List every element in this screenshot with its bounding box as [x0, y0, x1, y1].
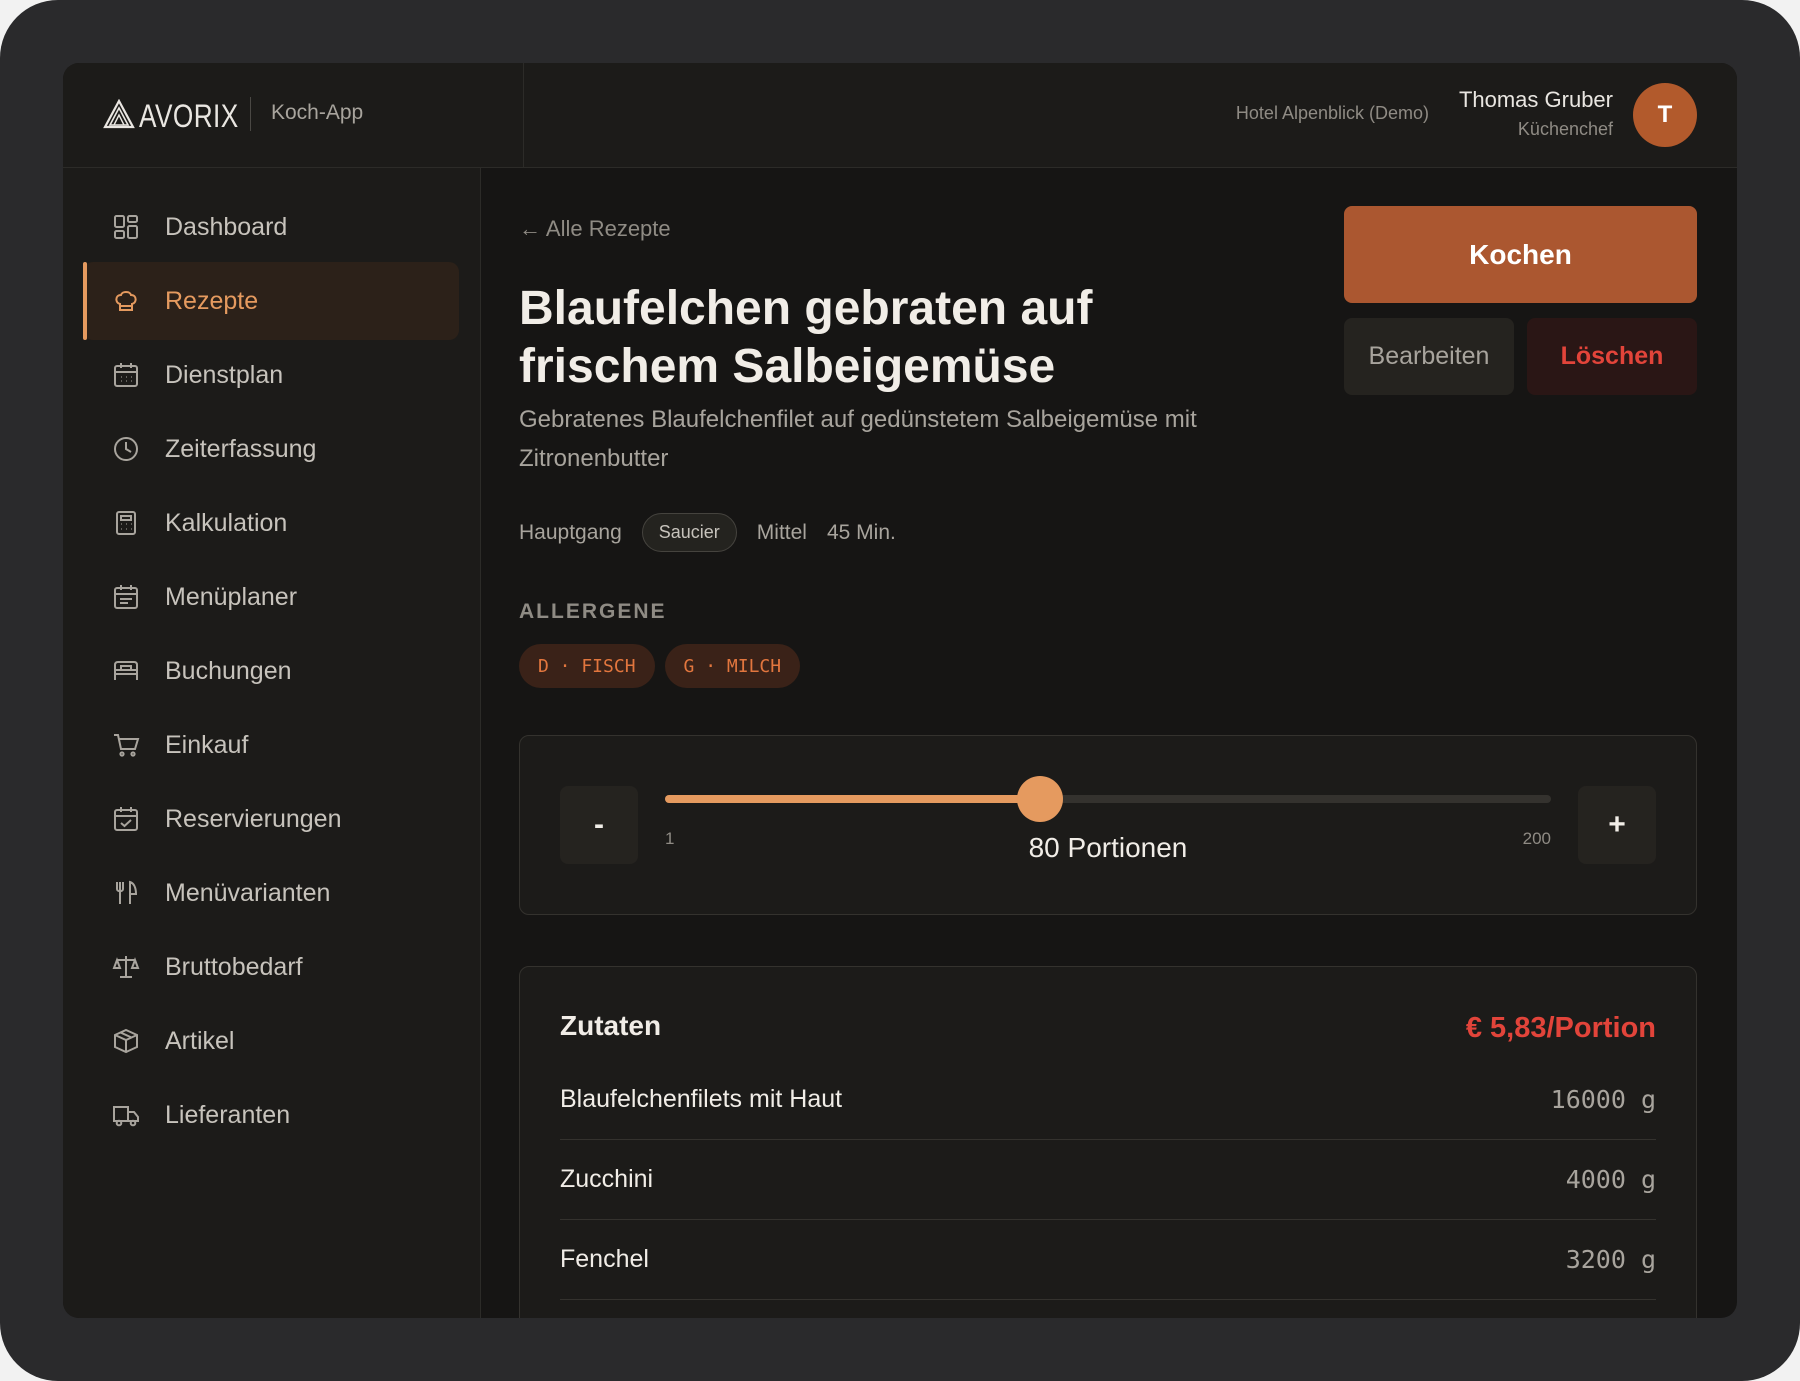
calculator-icon — [109, 506, 143, 540]
sidebar-item-einkauf[interactable]: Einkauf — [83, 706, 459, 784]
sidebar-item-kalkulation[interactable]: Kalkulation — [83, 484, 459, 562]
sidebar-item-menueplaner[interactable]: Menüplaner — [83, 558, 459, 636]
increase-portions-button[interactable]: + — [1578, 786, 1656, 864]
calendar-check-icon — [109, 802, 143, 836]
sidebar-item-label: Einkauf — [165, 730, 249, 759]
sidebar-item-lieferanten[interactable]: Lieferanten — [83, 1076, 459, 1154]
ingredient-quantity: 16000 g — [1550, 1084, 1656, 1114]
sidebar-item-label: Artikel — [165, 1026, 235, 1055]
ingredient-row: Fenchel 3200 g — [560, 1219, 1656, 1300]
ingredient-name: Fenchel — [560, 1244, 649, 1273]
recipe-description: Gebratenes Blaufelchenfilet auf gedünste… — [519, 406, 1197, 472]
sidebar-item-dienstplan[interactable]: Dienstplan — [83, 336, 459, 414]
ingredient-row: Blaufelchenfilets mit Haut 16000 g — [560, 1059, 1656, 1140]
clock-icon — [109, 432, 143, 466]
sidebar-item-label: Bruttobedarf — [165, 952, 303, 981]
edit-button[interactable]: Bearbeiten — [1344, 318, 1514, 395]
user-role: Küchenchef — [1517, 119, 1613, 139]
app-screen: AVORIX Koch-App Hotel Alpenblick (Demo) … — [63, 63, 1737, 1318]
sidebar-item-label: Zeiterfassung — [165, 434, 317, 463]
brand-name: AVORIX — [139, 98, 239, 134]
chef-hat-icon — [109, 284, 143, 318]
ingredients-title: Zutaten — [560, 1010, 662, 1041]
app-name: Koch-App — [271, 101, 364, 124]
sidebar-item-menuevarianten[interactable]: Menüvarianten — [83, 854, 459, 932]
course-label: Hauptgang — [519, 520, 622, 544]
delete-button[interactable]: Löschen — [1527, 318, 1697, 395]
allergen-badge: G · MILCH — [664, 644, 801, 688]
sidebar-item-buchungen[interactable]: Buchungen — [83, 632, 459, 710]
duration-label: 45 Min. — [826, 520, 896, 544]
scale-icon — [109, 950, 143, 984]
hotel-name: Hotel Alpenblick (Demo) — [1235, 103, 1429, 123]
logo-mark-icon — [103, 98, 135, 134]
sidebar-item-label: Menüvarianten — [165, 878, 331, 907]
recipe-detail: ← Alle Rezepte Blaufelchen gebraten auf … — [481, 168, 1737, 1318]
back-link[interactable]: ← Alle Rezepte — [519, 216, 671, 242]
sidebar-item-label: Lieferanten — [165, 1100, 291, 1129]
difficulty-label: Mittel — [756, 520, 807, 544]
sidebar-item-reservierungen[interactable]: Reservierungen — [83, 780, 459, 858]
allergens-heading: ALLERGENE — [519, 600, 667, 623]
sidebar-item-label: Kalkulation — [165, 508, 288, 537]
avatar[interactable]: T — [1633, 83, 1697, 147]
page-title: Blaufelchen gebraten auf frischem Salbei… — [519, 282, 1093, 393]
cutlery-icon — [109, 876, 143, 910]
box-icon — [109, 1024, 143, 1058]
cook-button[interactable]: Kochen — [1344, 206, 1697, 303]
ingredients-card: Zutaten € 5,83/Portion Blaufelchenfilets… — [519, 966, 1697, 1318]
brand-area: AVORIX Koch-App — [103, 63, 524, 167]
sidebar-item-bruttobedarf[interactable]: Bruttobedarf — [83, 928, 459, 1006]
sidebar-item-label: Rezepte — [165, 286, 259, 315]
sidebar-item-label: Menüplaner — [165, 582, 298, 611]
allergen-badge: D · FISCH — [519, 644, 655, 688]
sidebar-item-label: Reservierungen — [165, 804, 342, 833]
ingredient-quantity: 4000 g — [1565, 1164, 1656, 1194]
sidebar-item-label: Dashboard — [165, 212, 288, 241]
calendar-list-icon — [109, 580, 143, 614]
station-badge: Saucier — [641, 513, 737, 552]
slider-fill — [665, 795, 1040, 803]
user-name: Thomas Gruber — [1458, 87, 1613, 112]
top-bar: AVORIX Koch-App Hotel Alpenblick (Demo) … — [63, 63, 1737, 168]
logo[interactable]: AVORIX — [103, 98, 261, 135]
ingredient-name: Zucchini — [560, 1164, 654, 1193]
cost-per-portion: € 5,83/Portion — [1465, 1012, 1656, 1044]
portions-value: 80 Portionen — [1028, 832, 1188, 863]
portions-card: - 1 200 80 Portionen + — [519, 735, 1697, 915]
truck-icon — [109, 1098, 143, 1132]
sidebar-item-label: Buchungen — [165, 656, 292, 685]
slider-thumb[interactable] — [1017, 776, 1063, 822]
sidebar-item-artikel[interactable]: Artikel — [83, 1002, 459, 1080]
ingredient-row: Zucchini 4000 g — [560, 1139, 1656, 1220]
recipe-meta: Hauptgang Saucier Mittel 45 Min. — [519, 513, 896, 552]
portions-slider[interactable] — [665, 776, 1551, 822]
brand-divider — [250, 97, 251, 131]
sidebar-item-rezepte[interactable]: Rezepte — [83, 262, 459, 340]
bed-icon — [109, 654, 143, 688]
sidebar-item-label: Dienstplan — [165, 360, 284, 389]
ingredient-name: Blaufelchenfilets mit Haut — [560, 1084, 843, 1113]
dashboard-icon — [109, 210, 143, 244]
sidebar-item-dashboard[interactable]: Dashboard — [83, 188, 459, 266]
allergen-list: D · FISCH G · MILCH — [519, 644, 810, 688]
cart-icon — [109, 728, 143, 762]
calendar-icon — [109, 358, 143, 392]
sidebar: Dashboard Rezepte Dienstplan Zeiterfassu… — [63, 168, 481, 1318]
ingredient-quantity: 3200 g — [1565, 1244, 1656, 1274]
sidebar-item-zeiterfassung[interactable]: Zeiterfassung — [83, 410, 459, 488]
